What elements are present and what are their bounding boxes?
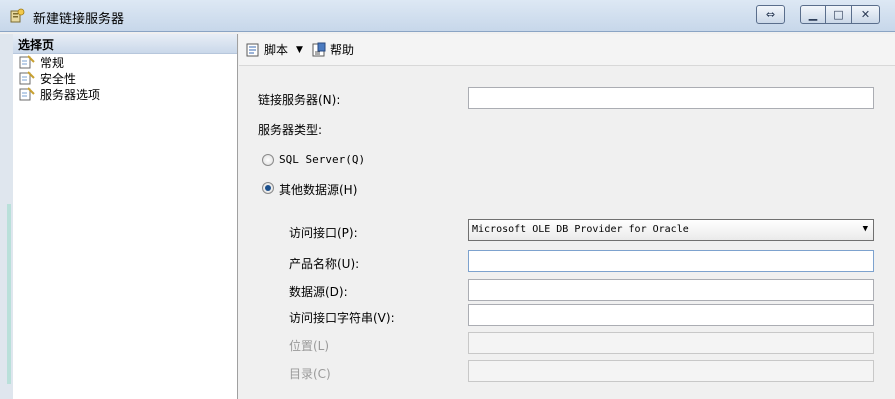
sidebar-item-label: 服务器选项 [40,87,101,102]
provider-label: 访问接口(P): [289,226,358,240]
data-source-input[interactable] [468,279,874,301]
page-icon [19,55,35,69]
product-name-label: 产品名称(U): [289,257,360,271]
sidebar-item-label: 安全性 [40,71,77,86]
toolbar: 脚本 ▼ 帮助 [239,34,895,66]
minimize-button[interactable]: ▁ [800,5,826,24]
sidebar-item-server-options[interactable]: 服务器选项 [13,86,237,102]
page-icon [19,87,35,101]
maximize-icon: □ [833,8,844,21]
script-icon [246,43,259,56]
resize-button[interactable]: ⇔ [756,5,785,24]
select-page-header: 选择页 [13,34,237,54]
chevron-down-icon[interactable]: ▼ [296,45,303,55]
general-page: 脚本 ▼ 帮助 链接服务器(N): 服务器类型: SQL Server(Q) 其… [239,34,895,399]
close-icon: ✕ [860,8,871,21]
provider-value: Microsoft OLE DB Provider for Oracle [472,224,689,235]
linked-server-input[interactable] [468,87,874,109]
left-edge [0,34,13,399]
provider-select[interactable]: Microsoft OLE DB Provider for Oracle ▼ [468,219,874,241]
other-data-source-label: 其他数据源(H) [279,183,358,197]
help-label: 帮助 [329,43,354,57]
help-button[interactable]: 帮助 [311,41,354,58]
chevron-down-icon: ▼ [862,224,868,234]
title-bar: 新建链接服务器 ⇔ ▁ □ ✕ [0,0,895,32]
catalog-label: 目录(C) [289,367,331,381]
page-icon [19,71,35,85]
sidebar-item-security[interactable]: 安全性 [13,70,237,86]
sidebar-item-label: 常规 [40,55,65,70]
sql-server-radio[interactable] [262,154,274,166]
double-arrow-icon: ⇔ [765,8,776,21]
location-input [468,332,874,354]
other-data-source-radio[interactable] [262,182,274,194]
select-page-panel: 选择页 常规 安全性 服务器选项 [13,34,238,399]
help-icon [312,42,326,56]
maximize-button[interactable]: □ [826,5,852,24]
script-button[interactable]: 脚本 ▼ [245,41,303,58]
server-icon [10,8,25,23]
data-source-label: 数据源(D): [289,285,348,299]
script-label: 脚本 [264,43,289,57]
minimize-icon: ▁ [808,8,818,21]
linked-server-label: 链接服务器(N): [258,93,341,107]
provider-string-input[interactable] [468,304,874,326]
catalog-input [468,360,874,382]
sql-server-label: SQL Server(Q) [279,153,366,166]
provider-string-label: 访问接口字符串(V): [289,311,395,325]
close-button[interactable]: ✕ [852,5,880,24]
server-type-label: 服务器类型: [258,123,323,137]
location-label: 位置(L) [289,339,330,353]
product-name-input[interactable] [468,250,874,272]
edge-accent [7,204,11,384]
window-title: 新建链接服务器 [33,12,125,27]
sidebar-item-general[interactable]: 常规 [13,54,237,70]
